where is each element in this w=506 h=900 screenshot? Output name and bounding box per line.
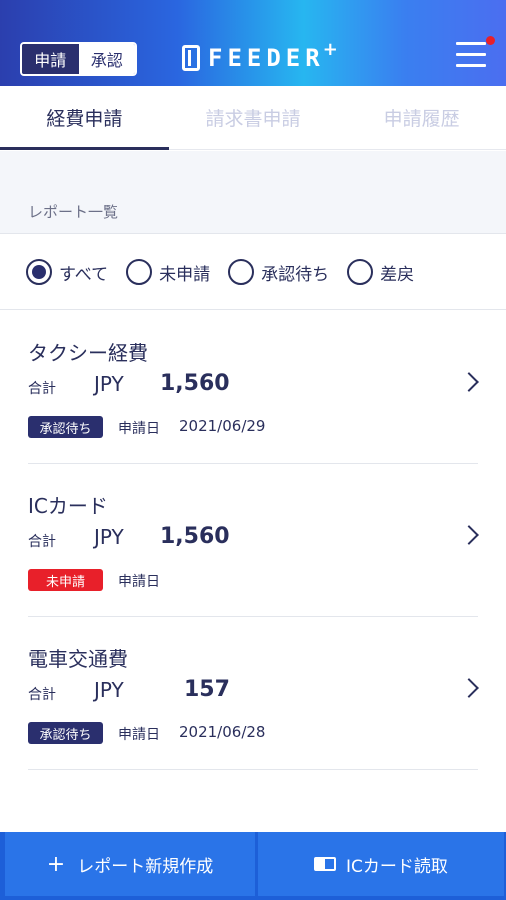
new-report-button[interactable]: + レポート新規作成 — [5, 832, 255, 896]
logo-plus: + — [322, 38, 338, 60]
mode-apply-button[interactable]: 申請 — [22, 44, 79, 74]
tab-application-history[interactable]: 申請履歴 — [337, 86, 506, 149]
ic-card-read-label: ICカード読取 — [346, 856, 448, 877]
chevron-right-icon[interactable] — [459, 372, 479, 392]
chevron-right-icon[interactable] — [459, 678, 479, 698]
tab-bar: 経費申請 請求書申請 申請履歴 — [0, 86, 506, 150]
filter-all[interactable]: すべて — [26, 259, 108, 285]
currency: JPY — [94, 525, 124, 549]
report-title: ICカード — [28, 494, 108, 518]
chevron-right-icon[interactable] — [459, 525, 479, 545]
date-label: 申請日 — [118, 727, 160, 743]
radio-icon[interactable] — [126, 259, 153, 285]
date-value: 2021/06/28 — [179, 723, 266, 741]
logo-mark-icon — [182, 45, 200, 71]
radio-icon[interactable] — [228, 259, 255, 285]
total-label: 合計 — [28, 381, 56, 397]
total-label: 合計 — [28, 534, 56, 550]
logo-text: FEEDER — [208, 44, 325, 72]
hamburger-menu-icon[interactable] — [452, 40, 492, 70]
mode-switch[interactable]: 申請 承認 — [20, 42, 137, 76]
ic-card-read-button[interactable]: ICカード読取 — [258, 832, 504, 896]
status-badge: 承認待ち — [28, 416, 103, 438]
report-item[interactable]: 電車交通費 合計 JPY 157 承認待ち 申請日 2021/06/28 — [28, 617, 479, 770]
section-title: レポート一覧 — [28, 203, 119, 221]
status-badge: 承認待ち — [28, 722, 103, 744]
mode-approve-button[interactable]: 承認 — [78, 44, 135, 74]
report-title: タクシー経費 — [28, 341, 148, 365]
date-value: 2021/06/29 — [179, 417, 266, 435]
filter-returned[interactable]: 差戻 — [347, 259, 414, 285]
ic-card-icon — [314, 857, 337, 871]
radio-icon[interactable] — [347, 259, 374, 285]
report-item[interactable]: ICカード 合計 JPY 1,560 未申請 申請日 — [28, 464, 479, 617]
filter-label: 承認待ち — [261, 264, 330, 285]
report-title: 電車交通費 — [28, 647, 128, 671]
app-logo: FEEDER + — [182, 39, 338, 72]
filter-label: 差戻 — [380, 264, 415, 285]
amount: 1,560 — [160, 524, 230, 549]
amount: 157 — [184, 677, 230, 702]
date-label: 申請日 — [118, 421, 160, 437]
tab-expense-application[interactable]: 経費申請 — [0, 86, 169, 150]
filter-pending-approval[interactable]: 承認待ち — [228, 259, 329, 285]
bottom-action-bar: + レポート新規作成 ICカード読取 — [0, 832, 506, 900]
notification-dot — [486, 36, 495, 45]
plus-icon: + — [46, 851, 66, 877]
radio-checked-icon[interactable] — [26, 259, 52, 285]
currency: JPY — [94, 678, 124, 702]
report-list: タクシー経費 合計 JPY 1,560 承認待ち 申請日 2021/06/29 … — [0, 311, 506, 770]
report-list-header: レポート一覧 — [0, 151, 506, 234]
status-filter-group: すべて 未申請 承認待ち 差戻 — [0, 235, 506, 310]
report-item[interactable]: タクシー経費 合計 JPY 1,560 承認待ち 申請日 2021/06/29 — [28, 311, 479, 464]
app-header: 申請 承認 FEEDER + — [0, 0, 506, 86]
status-badge: 未申請 — [28, 569, 103, 591]
filter-label: 未申請 — [159, 264, 211, 285]
currency: JPY — [94, 372, 124, 396]
tab-invoice-application[interactable]: 請求書申請 — [169, 86, 338, 149]
filter-unsubmitted[interactable]: 未申請 — [126, 259, 210, 285]
new-report-label: レポート新規作成 — [77, 856, 214, 877]
amount: 1,560 — [160, 371, 230, 396]
filter-label: すべて — [59, 264, 109, 285]
total-label: 合計 — [28, 687, 56, 703]
date-label: 申請日 — [118, 574, 160, 590]
